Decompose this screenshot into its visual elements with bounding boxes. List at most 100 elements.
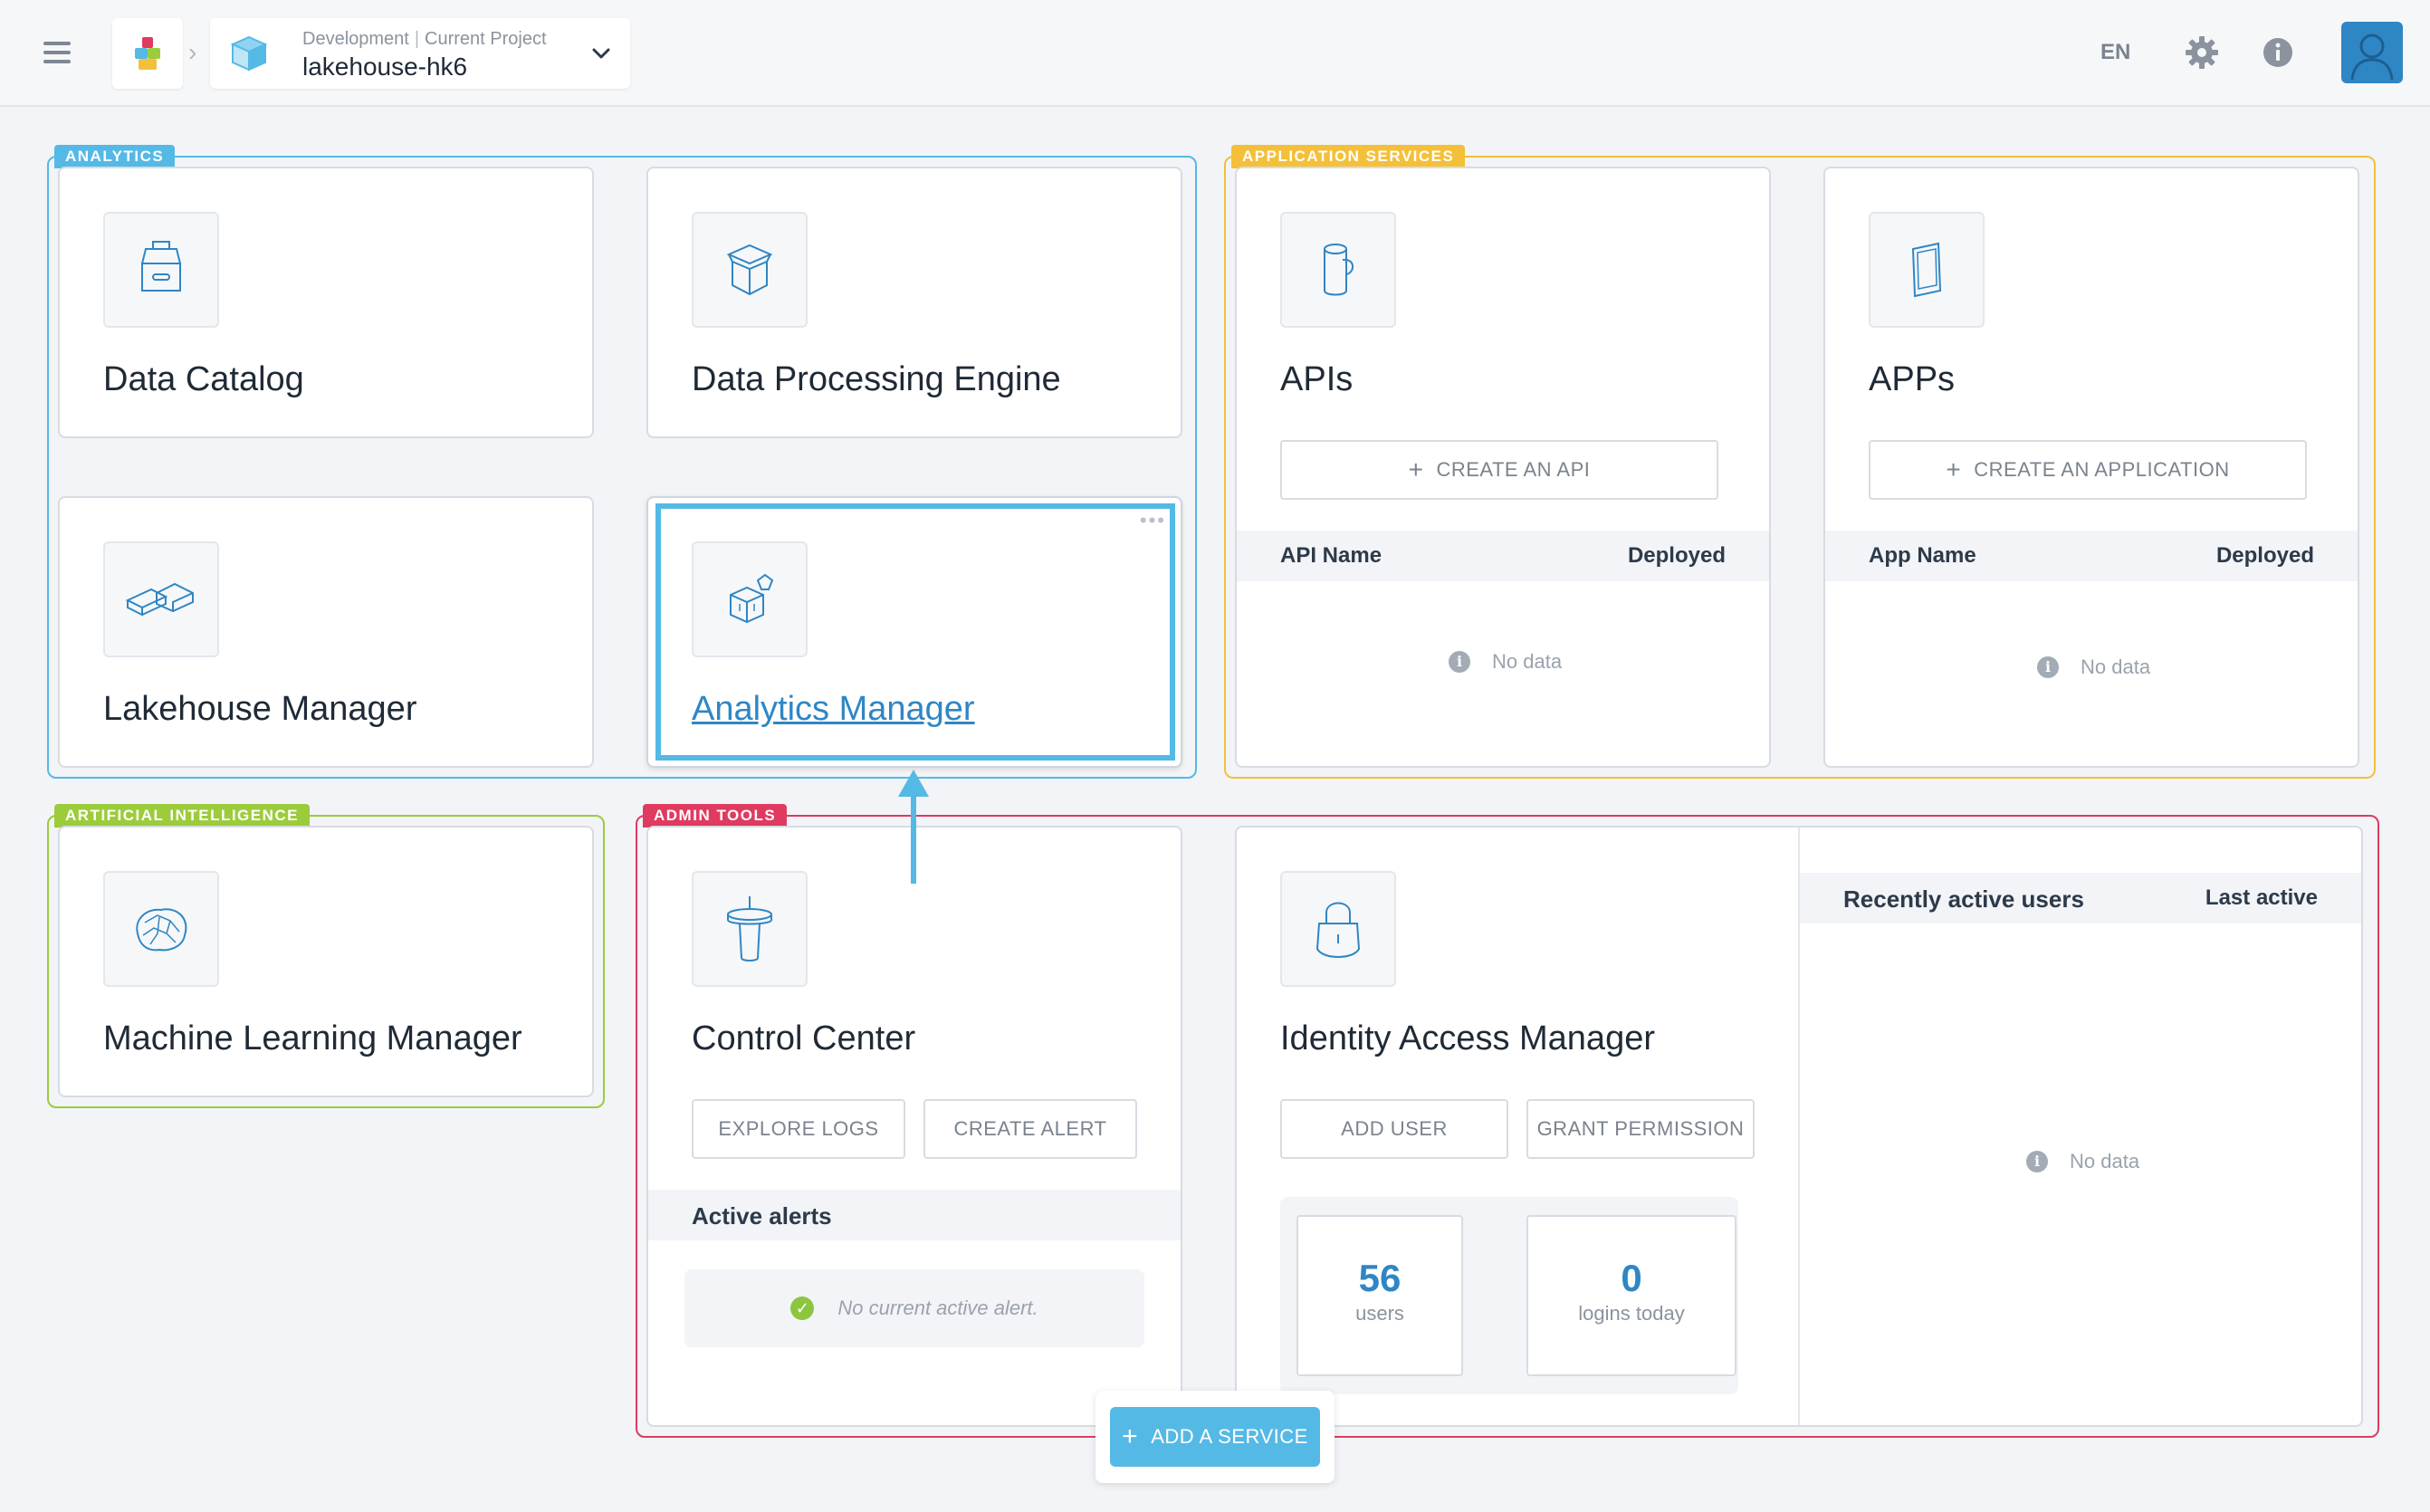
app-logo[interactable] [112,18,183,89]
last-active-column: Last active [2205,885,2318,910]
section-tag-admin-tools: ADMIN TOOLS [643,804,788,828]
apis-empty-state: i No data [1449,650,1562,674]
identity-access-manager-title: Identity Access Manager [1280,1019,1655,1057]
active-alerts-header: Active alerts [648,1190,1181,1240]
app-deployed-column: Deployed [2215,543,2314,568]
plus-icon: + [1946,455,1962,483]
logins-count: 0 [1621,1257,1642,1299]
app-name-column: App Name [1869,543,1976,568]
data-processing-engine-card[interactable]: Data Processing Engine [646,167,1182,438]
logo-icon [135,37,160,70]
create-api-button[interactable]: + CREATE AN API [1280,440,1718,500]
project-cube-icon [230,35,268,72]
identity-access-manager-icon-box [1280,871,1396,987]
mobile-device-icon [1911,242,1942,298]
analytics-manager-card[interactable]: ••• Analytics Manager [646,496,1182,768]
analytics-manager-title[interactable]: Analytics Manager [692,690,975,729]
plus-icon: + [1408,455,1424,483]
data-processing-engine-title: Data Processing Engine [692,360,1061,398]
brain-icon [136,908,187,952]
menu-icon[interactable] [43,42,71,63]
create-application-button[interactable]: + CREATE AN APPLICATION [1869,440,2307,500]
info-icon[interactable] [2262,36,2294,69]
iam-stats: 56 users 0 logins today [1280,1197,1738,1394]
explore-logs-button[interactable]: EXPLORE LOGS [692,1099,905,1159]
lakehouse-manager-icon-box [103,541,219,657]
grant-permission-button[interactable]: GRANT PERMISSION [1526,1099,1755,1159]
data-catalog-icon-box [103,212,219,328]
project-selector[interactable]: Development | Current Project lakehouse-hk… [210,18,630,89]
create-alert-button[interactable]: CREATE ALERT [923,1099,1137,1159]
recent-users-header: Recently active users Last active [1800,873,2361,923]
lakehouse-manager-title: Lakehouse Manager [103,690,417,728]
data-catalog-card[interactable]: Data Catalog [58,167,594,438]
machine-learning-manager-icon-box [103,871,219,987]
apis-card[interactable]: APIs + CREATE AN API API Name Deployed iN… [1235,167,1771,768]
users-stat: 56 users [1296,1215,1463,1376]
data-catalog-title: Data Catalog [103,360,304,398]
plus-icon: + [1122,1421,1139,1451]
apis-title: APIs [1280,360,1354,398]
section-tag-analytics: ANALYTICS [54,145,176,168]
apps-table-header: App Name Deployed [1825,531,2358,581]
analytics-manager-icon-box [692,541,808,657]
watchtower-icon [727,896,772,962]
archive-box-icon [140,241,182,292]
pointer-arrow-line [911,793,916,884]
recent-users-title: Recently active users [1843,885,2084,913]
cylinder-plug-icon [1324,244,1354,296]
apps-empty-state: i No data [2037,656,2150,679]
add-service-button[interactable]: + ADD A SERVICE [1110,1407,1320,1467]
padlock-icon [1315,902,1361,958]
top-bar: › Development | Current Project lakehouse-… [0,0,2430,107]
apps-empty-label: No data [2081,656,2151,678]
apis-table-header: API Name Deployed [1237,531,1769,581]
house-blocks-icon [125,582,194,617]
control-center-title: Control Center [692,1019,916,1057]
users-label: users [1355,1302,1404,1325]
user-avatar[interactable] [2341,22,2403,83]
settings-gear-icon[interactable] [2184,34,2220,71]
lakehouse-manager-card[interactable]: Lakehouse Manager [58,496,594,768]
data-processing-engine-icon-box [692,212,808,328]
check-circle-icon: ✓ [790,1297,815,1320]
apps-title: APPs [1869,360,1956,398]
machine-learning-manager-title: Machine Learning Manager [103,1019,522,1057]
create-api-label: CREATE AN API [1436,458,1591,481]
project-name: lakehouse-hk6 [302,53,468,81]
info-icon: i [2026,1151,2048,1172]
open-box-icon [726,244,773,296]
alerts-empty-state: ✓ No current active alert. [684,1269,1144,1347]
section-tag-artificial-intelligence: ARTIFICIAL INTELLIGENCE [54,804,311,828]
more-options-icon[interactable]: ••• [1140,509,1166,532]
api-deployed-column: Deployed [1627,543,1726,568]
recent-users-empty-label: No data [2070,1150,2140,1172]
cube-gem-icon [730,573,774,624]
logins-label: logins today [1578,1302,1685,1325]
machine-learning-manager-card[interactable]: Machine Learning Manager [58,826,594,1097]
apis-icon-box [1280,212,1396,328]
chevron-down-icon[interactable] [590,40,612,67]
add-service-container: + ADD A SERVICE [1095,1391,1335,1483]
language-switch[interactable]: EN [2100,40,2130,65]
logins-stat: 0 logins today [1526,1215,1736,1376]
users-count: 56 [1358,1257,1402,1299]
add-user-button[interactable]: ADD USER [1280,1099,1508,1159]
user-icon [2350,33,2394,81]
no-alert-label: No current active alert. [837,1297,1038,1319]
info-icon: i [2037,656,2059,678]
create-application-label: CREATE AN APPLICATION [1974,458,2230,481]
breadcrumb-chevron-icon: › [188,38,197,66]
section-tag-application-services: APPLICATION SERVICES [1231,145,1466,168]
control-center-icon-box [692,871,808,987]
control-center-card[interactable]: Control Center EXPLORE LOGS CREATE ALERT… [646,826,1182,1427]
apis-empty-label: No data [1492,650,1563,673]
info-icon: i [1449,651,1470,673]
recent-users-empty-state: i No data [2026,1150,2139,1173]
active-alerts-title: Active alerts [692,1202,832,1230]
api-name-column: API Name [1280,543,1382,568]
apps-icon-box [1869,212,1985,328]
apps-card[interactable]: APPs + CREATE AN APPLICATION App Name Dep… [1823,167,2359,768]
add-service-label: ADD A SERVICE [1151,1425,1308,1448]
identity-access-manager-card[interactable]: Identity Access Manager ADD USER GRANT P… [1235,826,2363,1427]
